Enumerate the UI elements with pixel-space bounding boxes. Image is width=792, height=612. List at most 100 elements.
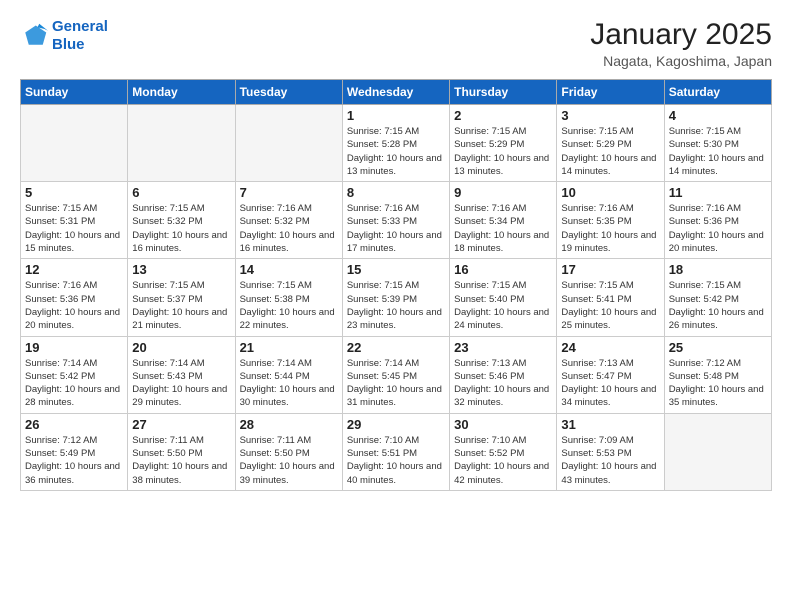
location-title: Nagata, Kagoshima, Japan [590,53,772,69]
week-row-4: 19 Sunrise: 7:14 AMSunset: 5:42 PMDayligh… [21,336,772,413]
cell-info: Sunrise: 7:16 AMSunset: 5:32 PMDaylight:… [240,202,338,255]
cell-info: Sunrise: 7:13 AMSunset: 5:47 PMDaylight:… [561,357,659,410]
day-number: 19 [25,340,123,355]
week-row-2: 5 Sunrise: 7:15 AMSunset: 5:31 PMDaylight… [21,182,772,259]
cell-info: Sunrise: 7:12 AMSunset: 5:48 PMDaylight:… [669,357,767,410]
calendar-cell: 23 Sunrise: 7:13 AMSunset: 5:46 PMDayligh… [450,336,557,413]
cell-info: Sunrise: 7:14 AMSunset: 5:45 PMDaylight:… [347,357,445,410]
weekday-header-row: SundayMondayTuesdayWednesdayThursdayFrid… [21,80,772,105]
calendar-cell: 29 Sunrise: 7:10 AMSunset: 5:51 PMDayligh… [342,413,449,490]
day-number: 29 [347,417,445,432]
logo-line1: General [52,18,108,35]
day-number: 6 [132,185,230,200]
logo-text: General Blue [52,18,108,54]
cell-info: Sunrise: 7:16 AMSunset: 5:36 PMDaylight:… [669,202,767,255]
day-number: 18 [669,262,767,277]
cell-info: Sunrise: 7:11 AMSunset: 5:50 PMDaylight:… [240,434,338,487]
cell-info: Sunrise: 7:10 AMSunset: 5:52 PMDaylight:… [454,434,552,487]
day-number: 21 [240,340,338,355]
header-area: General Blue January 2025 Nagata, Kagosh… [20,18,772,69]
day-number: 20 [132,340,230,355]
day-number: 12 [25,262,123,277]
day-number: 1 [347,108,445,123]
calendar-cell [21,105,128,182]
cell-info: Sunrise: 7:14 AMSunset: 5:42 PMDaylight:… [25,357,123,410]
weekday-header-tuesday: Tuesday [235,80,342,105]
calendar-cell: 1Sunrise: 7:15 AMSunset: 5:28 PMDaylight… [342,105,449,182]
weekday-header-friday: Friday [557,80,664,105]
calendar-cell: 10Sunrise: 7:16 AMSunset: 5:35 PMDayligh… [557,182,664,259]
cell-info: Sunrise: 7:15 AMSunset: 5:32 PMDaylight:… [132,202,230,255]
day-number: 16 [454,262,552,277]
calendar-cell: 2 Sunrise: 7:15 AMSunset: 5:29 PMDaylight… [450,105,557,182]
cell-info: Sunrise: 7:15 AMSunset: 5:38 PMDaylight:… [240,279,338,332]
cell-info: Sunrise: 7:15 AMSunset: 5:29 PMDaylight:… [454,125,552,178]
calendar-cell: 17 Sunrise: 7:15 AMSunset: 5:41 PMDayligh… [557,259,664,336]
day-number: 17 [561,262,659,277]
calendar-cell: 19 Sunrise: 7:14 AMSunset: 5:42 PMDayligh… [21,336,128,413]
cell-info: Sunrise: 7:15 AMSunset: 5:41 PMDaylight:… [561,279,659,332]
calendar-cell: 7Sunrise: 7:16 AMSunset: 5:32 PMDaylight… [235,182,342,259]
calendar-cell: 26Sunrise: 7:12 AMSunset: 5:49 PMDayligh… [21,413,128,490]
calendar-cell: 25 Sunrise: 7:12 AMSunset: 5:48 PMDayligh… [664,336,771,413]
logo: General Blue [20,18,108,54]
calendar-cell: 31 Sunrise: 7:09 AMSunset: 5:53 PMDayligh… [557,413,664,490]
calendar-cell [664,413,771,490]
calendar-cell: 6 Sunrise: 7:15 AMSunset: 5:32 PMDaylight… [128,182,235,259]
cell-info: Sunrise: 7:09 AMSunset: 5:53 PMDaylight:… [561,434,659,487]
week-row-1: 1Sunrise: 7:15 AMSunset: 5:28 PMDaylight… [21,105,772,182]
calendar-cell: 12Sunrise: 7:16 AMSunset: 5:36 PMDayligh… [21,259,128,336]
day-number: 26 [25,417,123,432]
day-number: 31 [561,417,659,432]
calendar-cell: 13Sunrise: 7:15 AMSunset: 5:37 PMDayligh… [128,259,235,336]
day-number: 13 [132,262,230,277]
cell-info: Sunrise: 7:13 AMSunset: 5:46 PMDaylight:… [454,357,552,410]
calendar-table: SundayMondayTuesdayWednesdayThursdayFrid… [20,79,772,491]
calendar-cell: 3Sunrise: 7:15 AMSunset: 5:29 PMDaylight… [557,105,664,182]
cell-info: Sunrise: 7:15 AMSunset: 5:30 PMDaylight:… [669,125,767,178]
cell-info: Sunrise: 7:16 AMSunset: 5:33 PMDaylight:… [347,202,445,255]
cell-info: Sunrise: 7:14 AMSunset: 5:44 PMDaylight:… [240,357,338,410]
week-row-5: 26Sunrise: 7:12 AMSunset: 5:49 PMDayligh… [21,413,772,490]
calendar-cell: 15 Sunrise: 7:15 AMSunset: 5:39 PMDayligh… [342,259,449,336]
calendar-cell: 27Sunrise: 7:11 AMSunset: 5:50 PMDayligh… [128,413,235,490]
cell-info: Sunrise: 7:16 AMSunset: 5:34 PMDaylight:… [454,202,552,255]
day-number: 23 [454,340,552,355]
logo-line2: Blue [52,36,85,53]
calendar-cell [128,105,235,182]
cell-info: Sunrise: 7:16 AMSunset: 5:35 PMDaylight:… [561,202,659,255]
calendar-cell: 14Sunrise: 7:15 AMSunset: 5:38 PMDayligh… [235,259,342,336]
day-number: 30 [454,417,552,432]
cell-info: Sunrise: 7:15 AMSunset: 5:31 PMDaylight:… [25,202,123,255]
calendar-cell: 22 Sunrise: 7:14 AMSunset: 5:45 PMDayligh… [342,336,449,413]
day-number: 22 [347,340,445,355]
cell-info: Sunrise: 7:14 AMSunset: 5:43 PMDaylight:… [132,357,230,410]
cell-info: Sunrise: 7:15 AMSunset: 5:39 PMDaylight:… [347,279,445,332]
day-number: 24 [561,340,659,355]
weekday-header-thursday: Thursday [450,80,557,105]
day-number: 9 [454,185,552,200]
title-area: January 2025 Nagata, Kagoshima, Japan [590,18,772,69]
day-number: 4 [669,108,767,123]
cell-info: Sunrise: 7:15 AMSunset: 5:42 PMDaylight:… [669,279,767,332]
weekday-header-monday: Monday [128,80,235,105]
day-number: 15 [347,262,445,277]
calendar-cell: 21 Sunrise: 7:14 AMSunset: 5:44 PMDayligh… [235,336,342,413]
day-number: 3 [561,108,659,123]
calendar-cell: 4 Sunrise: 7:15 AMSunset: 5:30 PMDaylight… [664,105,771,182]
day-number: 5 [25,185,123,200]
cell-info: Sunrise: 7:11 AMSunset: 5:50 PMDaylight:… [132,434,230,487]
calendar-cell: 24 Sunrise: 7:13 AMSunset: 5:47 PMDayligh… [557,336,664,413]
calendar-cell: 11Sunrise: 7:16 AMSunset: 5:36 PMDayligh… [664,182,771,259]
day-number: 25 [669,340,767,355]
month-title: January 2025 [590,18,772,51]
calendar-cell: 9 Sunrise: 7:16 AMSunset: 5:34 PMDaylight… [450,182,557,259]
day-number: 2 [454,108,552,123]
calendar-cell: 8 Sunrise: 7:16 AMSunset: 5:33 PMDaylight… [342,182,449,259]
calendar-cell: 20 Sunrise: 7:14 AMSunset: 5:43 PMDayligh… [128,336,235,413]
cell-info: Sunrise: 7:10 AMSunset: 5:51 PMDaylight:… [347,434,445,487]
calendar-cell: 16Sunrise: 7:15 AMSunset: 5:40 PMDayligh… [450,259,557,336]
weekday-header-wednesday: Wednesday [342,80,449,105]
day-number: 28 [240,417,338,432]
day-number: 8 [347,185,445,200]
